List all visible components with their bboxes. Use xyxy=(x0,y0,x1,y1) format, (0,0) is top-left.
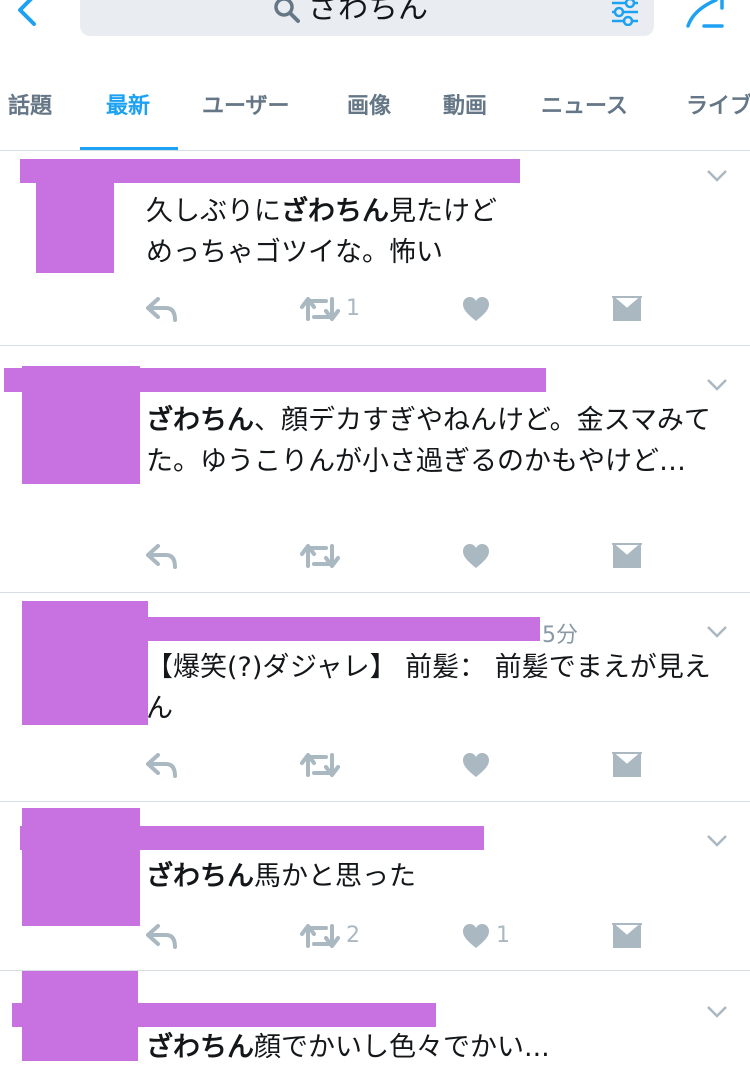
tweet-actions xyxy=(146,749,666,781)
retweet-icon xyxy=(300,753,340,777)
heart-icon xyxy=(463,924,489,948)
dm-envelope-icon xyxy=(612,543,642,568)
search-highlight: ざわちん xyxy=(146,861,254,892)
tab-videos[interactable]: 動画 xyxy=(443,92,487,122)
tab-news[interactable]: ニュース xyxy=(541,92,628,122)
direct-message-button[interactable] xyxy=(612,540,642,572)
reply-button[interactable] xyxy=(146,293,178,325)
retweet-button[interactable] xyxy=(300,540,346,572)
search-highlight: ざわちん xyxy=(281,196,389,227)
chevron-down-icon[interactable] xyxy=(706,378,728,392)
tweet-text: 顔でかいし色々でかい... xyxy=(254,1032,550,1063)
tweet[interactable]: ざわちん顔でかいし色々でかい... xyxy=(0,971,750,1091)
tab-images[interactable]: 画像 xyxy=(347,92,391,122)
tweet-text: 【爆笑(?)ダジャレ】 前髪： 前髪でまえが見えん xyxy=(146,652,711,724)
reply-icon xyxy=(146,753,177,778)
tweet-time: 5分 xyxy=(542,623,578,648)
retweet-button[interactable] xyxy=(300,749,346,781)
retweet-button[interactable]: 1 xyxy=(300,293,360,325)
retweet-icon xyxy=(300,544,340,568)
search-icon xyxy=(274,0,300,23)
chevron-down-icon[interactable] xyxy=(706,169,728,183)
chevron-down-icon[interactable] xyxy=(706,1005,728,1019)
back-icon[interactable] xyxy=(14,0,44,26)
tweet[interactable]: 久しぶりにざわちん見たけど めっちゃゴツイな。怖い 1 xyxy=(0,151,750,346)
tweet[interactable]: 5分 【爆笑(?)ダジャレ】 前髪： 前髪でまえが見えん xyxy=(0,593,750,802)
retweet-button[interactable]: 2 xyxy=(300,920,360,952)
direct-message-button[interactable] xyxy=(612,920,642,952)
like-count: 1 xyxy=(496,923,510,948)
top-bar: ざわちん xyxy=(0,0,750,52)
like-button[interactable] xyxy=(462,293,496,325)
reply-icon xyxy=(146,924,177,949)
heart-icon xyxy=(463,544,489,568)
tweet[interactable]: ざわちん、顔デカすぎやねんけど。金スマみてた。ゆうこりんが小さ過ぎるのかもやけど… xyxy=(0,346,750,593)
redacted-username xyxy=(12,1003,436,1027)
search-highlight: ざわちん xyxy=(146,405,254,436)
tweet-actions: 1 xyxy=(146,293,666,325)
reply-button[interactable] xyxy=(146,540,178,572)
search-query[interactable]: ざわちん xyxy=(308,0,428,26)
chevron-down-icon[interactable] xyxy=(706,834,728,848)
search-box[interactable]: ざわちん xyxy=(80,0,654,36)
dm-envelope-icon xyxy=(612,923,642,948)
reply-button[interactable] xyxy=(146,749,178,781)
direct-message-button[interactable] xyxy=(612,293,642,325)
tweet-actions xyxy=(146,540,666,572)
search-tabs: 話題 最新 ユーザー 画像 動画 ニュース ライブ xyxy=(0,84,750,151)
redacted-username xyxy=(120,617,540,641)
redacted-username xyxy=(20,826,484,850)
like-button[interactable] xyxy=(462,540,496,572)
like-button[interactable] xyxy=(462,749,496,781)
dm-envelope-icon xyxy=(612,752,642,777)
tab-users[interactable]: ユーザー xyxy=(202,92,290,122)
search-highlight: ざわちん xyxy=(146,1032,254,1063)
chevron-down-icon[interactable] xyxy=(706,625,728,639)
direct-message-button[interactable] xyxy=(612,749,642,781)
reply-icon xyxy=(146,297,177,322)
tweet-actions: 2 1 xyxy=(146,920,666,952)
reply-icon xyxy=(146,544,177,569)
heart-icon xyxy=(463,753,489,777)
retweet-count: 2 xyxy=(346,923,360,948)
tweet-text: 久しぶりに xyxy=(146,196,281,227)
dm-envelope-icon xyxy=(612,296,642,321)
tweet[interactable]: ざわちん馬かと思った 2 1 xyxy=(0,802,750,971)
tab-latest[interactable]: 最新 xyxy=(106,92,150,122)
retweet-count: 1 xyxy=(346,296,360,321)
tab-top[interactable]: 話題 xyxy=(8,92,52,122)
reply-button[interactable] xyxy=(146,920,178,952)
redacted-username xyxy=(20,159,520,183)
like-button[interactable]: 1 xyxy=(462,920,510,952)
heart-icon xyxy=(463,297,489,321)
tweet-text: 馬かと思った xyxy=(254,861,416,892)
retweet-icon xyxy=(300,924,340,948)
retweet-icon xyxy=(300,297,340,321)
filter-settings-icon[interactable] xyxy=(610,0,640,26)
redacted-username xyxy=(4,368,546,392)
tab-live[interactable]: ライブ xyxy=(686,92,750,122)
compose-tweet-icon[interactable] xyxy=(682,0,726,30)
